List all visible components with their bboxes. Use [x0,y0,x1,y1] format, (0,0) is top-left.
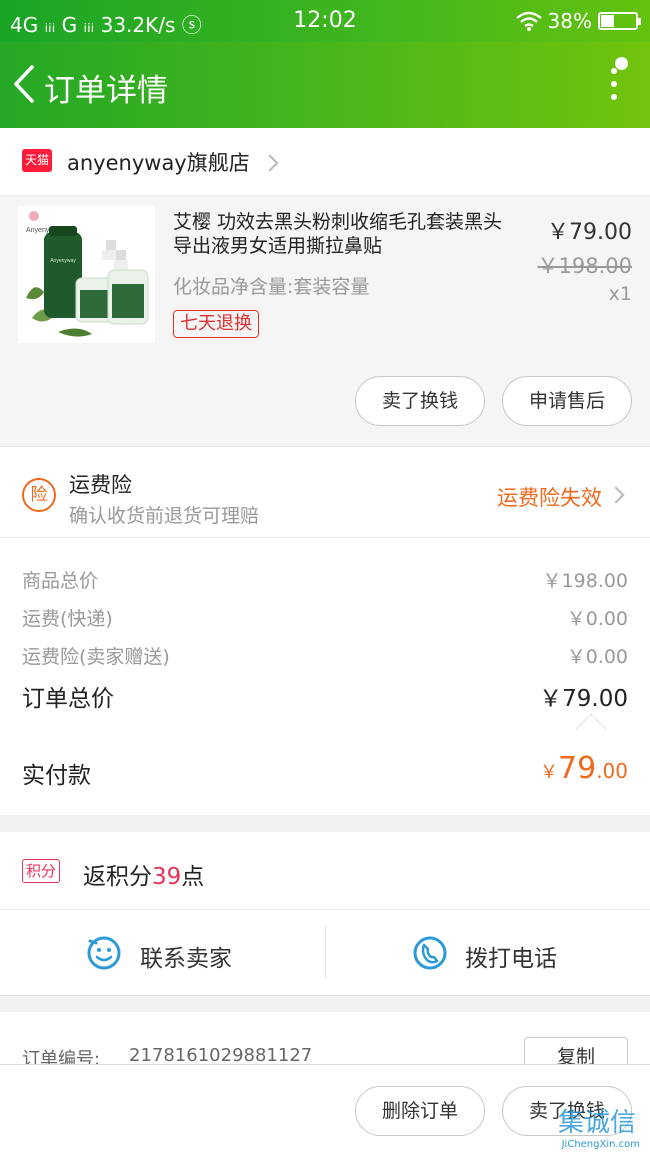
insurance-fee-label: 运费险(卖家赠送) [22,646,170,668]
points-badge: 积分 [22,859,61,883]
order-total-row: 订单总价 ￥79.00 [22,679,628,713]
notification-dot [615,57,628,70]
page-title: 订单详情 [44,73,168,109]
phone-icon [413,936,447,970]
seven-day-return-badge: 七天退换 [173,310,259,338]
battery-icon [598,12,641,30]
shipping-insurance-row[interactable]: 险 运费险 确认收货前退货可理赔 运费险失效 [0,446,650,538]
watermark-logo: 集诚信 JiChengXin.com [557,1108,640,1150]
call-phone-button[interactable]: 拨打电话 [326,910,650,996]
shipping-fee-value: ￥0.00 [566,608,628,630]
order-total-label: 订单总价 [22,686,114,712]
amount-paid-label: 实付款 [22,763,91,789]
shipping-fee-label: 运费(快递) [22,608,113,630]
original-price: ￥198.00 [537,254,632,278]
chat-smile-icon [87,936,121,970]
status-right: 38% [515,9,641,33]
points-row: 积分 返积分39点 [0,832,650,910]
insurance-status: 运费险失效 [497,486,602,510]
order-number-value: 2178161029881127 [129,1045,313,1066]
order-total-value: ￥79.00 [539,686,628,712]
order-number-row: 订单编号: 2178161029881127 复制 [0,1012,650,1077]
back-icon[interactable] [10,64,40,104]
product-thumbnail[interactable]: Anyenyway Anyenyway [18,206,155,343]
insurance-fee-value: ￥0.00 [566,646,628,668]
amount-paid-row: 实付款 ￥79.00 [0,729,650,815]
chevron-right-icon [261,154,279,172]
contact-seller-button[interactable]: 联系卖家 [0,910,325,996]
product-spec: 化妆品净含量:套装容量 [173,276,370,298]
points-text: 返积分39点 [83,864,205,890]
insurance-fee-row: 运费险(卖家赠送) ￥0.00 [22,642,628,669]
tmall-logo: 天猫 [22,149,52,172]
goods-total-label: 商品总价 [22,570,99,592]
chevron-right-icon [607,486,625,504]
contact-seller-label: 联系卖家 [140,946,232,972]
shipping-fee-row: 运费(快递) ￥0.00 [22,604,628,631]
sell-for-cash-button[interactable]: 卖了换钱 [355,376,485,426]
product-price: ￥79.00 [547,220,632,245]
wifi-icon [515,11,542,31]
after-sales-button[interactable]: 申请售后 [502,376,632,426]
insurance-label: 运费险 [69,473,132,497]
more-menu-icon[interactable] [608,68,620,108]
call-phone-label: 拨打电话 [465,946,557,972]
amount-paid-value: ￥79.00 [540,751,628,786]
points-value: 39 [152,864,182,890]
nav-bar: 订单详情 [0,42,650,128]
goods-total-value: ￥198.00 [542,570,628,592]
product-card: Anyenyway Anyenyway 艾樱 功效去黑头粉刺收缩毛孔套装黑头导出… [0,196,650,446]
svg-text:Anyenyway: Anyenyway [50,258,76,264]
product-quantity: x1 [608,283,632,305]
status-bar: 4G ᵢᵢᵢ G ᵢᵢᵢ 33.2K/s ⓢ 12:02 38% [0,0,650,42]
delete-order-button[interactable]: 删除订单 [355,1086,485,1136]
contact-row: 联系卖家 拨打电话 [0,910,650,996]
goods-total-row: 商品总价 ￥198.00 [22,566,628,593]
shop-name[interactable]: anyenyway旗舰店 [67,147,250,177]
price-breakdown: 商品总价 ￥198.00 运费(快递) ￥0.00 运费险(卖家赠送) ￥0.0… [0,538,650,729]
shop-row[interactable]: 天猫 anyenyway旗舰店 [0,128,650,196]
battery-percent: 38% [547,9,592,33]
insurance-description: 确认收货前退货可理赔 [69,505,260,527]
insurance-icon: 险 [22,478,56,512]
product-title[interactable]: 艾樱 功效去黑头粉刺收缩毛孔套装黑头导出液男女适用撕拉鼻贴 [173,210,513,258]
